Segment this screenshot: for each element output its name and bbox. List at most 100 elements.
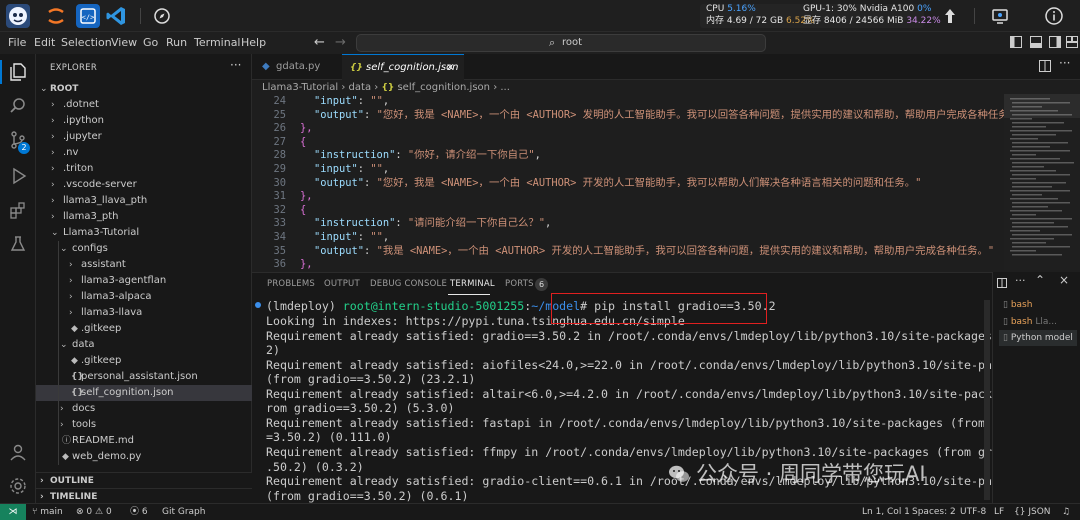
menu-edit[interactable]: Edit	[34, 36, 55, 49]
minimap[interactable]	[1004, 94, 1080, 270]
flask-icon[interactable]	[8, 234, 28, 254]
mascot-app-icon[interactable]	[6, 4, 30, 28]
terminal-more-icon[interactable]: ···	[1015, 274, 1026, 287]
tree-item[interactable]: ⌄ Llama3-Tutorial	[36, 225, 252, 241]
tree-item[interactable]: › llama3_llava_pth	[36, 193, 252, 209]
git-file-icon: ◆	[71, 324, 78, 334]
close-panel-icon[interactable]: ×	[1059, 273, 1069, 287]
tab-gdata-py[interactable]: ◆ gdata.py	[252, 54, 342, 80]
branch-indicator[interactable]: ⑂ main	[32, 504, 63, 520]
code-line: 25 "output": "您好，我是 <NAME>，一个由 <AUTHOR> 发…	[252, 108, 1004, 122]
back-arrow-icon[interactable]: ←	[314, 35, 325, 50]
problems-indicator[interactable]: ⊗ 0 ⚠ 0	[76, 504, 112, 520]
ports-indicator[interactable]: ⦿ 6	[130, 504, 148, 520]
info-icon[interactable]	[1042, 4, 1066, 28]
tree-item[interactable]: › llama3_pth	[36, 209, 252, 225]
menu-view[interactable]: View	[111, 36, 137, 49]
split-editor-icon[interactable]	[1039, 60, 1051, 75]
run-debug-icon[interactable]	[8, 166, 28, 186]
tree-item[interactable]: ⌄ configs	[36, 241, 252, 257]
terminal-session-python[interactable]: ▯ Python model	[999, 330, 1077, 346]
breadcrumb-item[interactable]: data	[349, 82, 372, 93]
code-app-icon[interactable]: </>	[76, 4, 100, 28]
tree-item[interactable]: ◆ web_demo.py	[36, 449, 252, 465]
cpu-value: 5.16%	[727, 4, 756, 14]
tree-item[interactable]: › docs	[36, 401, 252, 417]
encoding[interactable]: UTF-8	[960, 504, 986, 520]
explorer-icon[interactable]	[8, 62, 28, 82]
tree-item[interactable]: ⓘ README.md	[36, 433, 252, 449]
close-tab-icon[interactable]: ×	[446, 55, 454, 81]
tree-item[interactable]: › .vscode-server	[36, 177, 252, 193]
compass-icon[interactable]	[150, 4, 174, 28]
extensions-icon[interactable]	[8, 200, 28, 220]
code-editor[interactable]: 24 "input": "", 25 "output": "您好，我是 <NAME>，…	[252, 94, 1004, 270]
terminal-output-line: Requirement already satisfied: fastapi i…	[266, 415, 992, 430]
menu-help[interactable]: Help	[241, 36, 266, 49]
line-number: 24	[273, 95, 286, 107]
editor-more-icon[interactable]: ···	[1059, 56, 1070, 70]
menu-terminal[interactable]: Terminal	[194, 36, 241, 49]
tree-item[interactable]: ⌄ data	[36, 337, 252, 353]
tab-output[interactable]: OUTPUT	[324, 279, 360, 289]
tree-item[interactable]: › .jupyter	[36, 129, 252, 145]
tree-item[interactable]: › .triton	[36, 161, 252, 177]
tree-item[interactable]: › llama3-alpaca	[36, 289, 252, 305]
command-center-search[interactable]: ⌕ root	[356, 34, 766, 52]
tree-item[interactable]: {} personal_assistant.json	[36, 369, 252, 385]
search-icon[interactable]	[8, 96, 28, 116]
tree-item-label: llama3-agentflan	[81, 275, 167, 286]
toggle-panel-icon[interactable]	[1030, 36, 1042, 51]
forward-arrow-icon[interactable]: →	[335, 35, 346, 50]
toggle-secondary-sidebar-icon[interactable]	[1049, 36, 1061, 51]
customize-layout-icon[interactable]	[1066, 36, 1078, 51]
git-graph-button[interactable]: Git Graph	[162, 504, 205, 520]
settings-gear-icon[interactable]	[8, 476, 28, 496]
tab-debug-console[interactable]: DEBUG CONSOLE	[370, 279, 447, 289]
tree-item[interactable]: › .ipython	[36, 113, 252, 129]
end-of-line[interactable]: LF	[994, 504, 1004, 520]
tree-item[interactable]: › .dotnet	[36, 97, 252, 113]
tab-terminal[interactable]: TERMINAL	[450, 279, 495, 289]
more-actions-icon[interactable]: ···	[230, 58, 241, 72]
menu-run[interactable]: Run	[166, 36, 187, 49]
tree-item[interactable]: {} self_cognition.json	[36, 385, 252, 401]
vscode-app-icon[interactable]	[104, 4, 128, 28]
cursor-position[interactable]: Ln 1, Col 1	[862, 504, 910, 520]
notifications-icon[interactable]: ♫	[1062, 504, 1070, 520]
arrow-up-icon[interactable]	[938, 4, 962, 28]
remote-indicator[interactable]: ⋊	[0, 504, 26, 520]
menu-file[interactable]: File	[8, 36, 26, 49]
terminal-scrollbar[interactable]	[984, 300, 990, 500]
tree-item[interactable]: › llama3-agentflan	[36, 273, 252, 289]
toggle-sidebar-icon[interactable]	[1010, 36, 1022, 51]
chevron-right-icon: ›	[69, 308, 73, 318]
tree-item[interactable]: › llama3-llava	[36, 305, 252, 321]
indentation[interactable]: Spaces: 2	[912, 504, 956, 520]
tree-item[interactable]: ◆ .gitkeep	[36, 321, 252, 337]
breadcrumb-item[interactable]: self_cognition.json	[397, 82, 490, 93]
tree-item[interactable]: › tools	[36, 417, 252, 433]
terminal-session-bash-2[interactable]: ▯ bash Lla...	[1003, 314, 1057, 330]
terminal-layout-icon[interactable]	[997, 277, 1007, 291]
tree-item[interactable]: ◆ .gitkeep	[36, 353, 252, 369]
explorer-root[interactable]: ⌄ ROOT	[36, 81, 252, 97]
tree-item[interactable]: › .nv	[36, 145, 252, 161]
jupyter-app-icon[interactable]	[44, 4, 68, 28]
breadcrumb-item[interactable]: ...	[500, 82, 510, 93]
tab-self-cognition-json[interactable]: {} self_cognition.json ×	[342, 54, 464, 80]
outline-section[interactable]: › OUTLINE	[36, 472, 252, 488]
chevron-up-icon[interactable]: ⌃	[1035, 273, 1045, 287]
language-mode[interactable]: {} JSON	[1014, 504, 1051, 520]
account-icon[interactable]	[8, 442, 28, 462]
remote-desktop-icon[interactable]	[988, 4, 1012, 28]
menu-go[interactable]: Go	[143, 36, 158, 49]
tab-problems[interactable]: PROBLEMS	[267, 279, 315, 289]
tree-item[interactable]: › assistant	[36, 257, 252, 273]
menu-selection[interactable]: Selection	[61, 36, 112, 49]
session-extra: model	[1044, 333, 1073, 343]
timeline-section[interactable]: › TIMELINE	[36, 488, 252, 504]
tab-ports[interactable]: PORTS	[505, 279, 534, 289]
terminal-session-bash[interactable]: ▯ bash	[1003, 297, 1032, 313]
breadcrumb-item[interactable]: Llama3-Tutorial	[262, 82, 338, 93]
